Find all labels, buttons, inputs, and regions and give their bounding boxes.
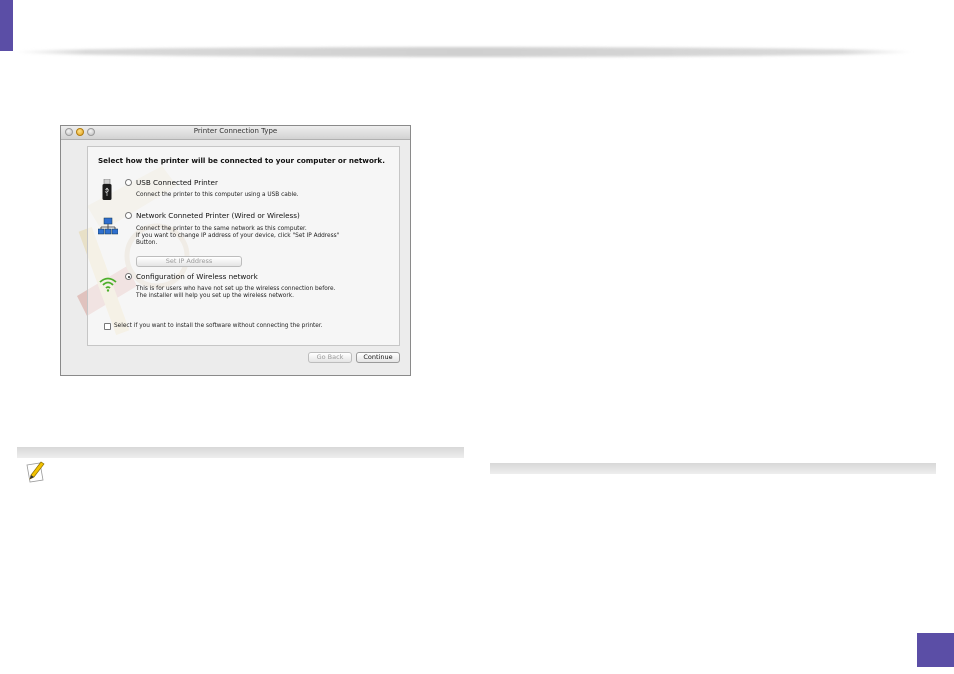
continue-button[interactable]: Continue [356,352,400,363]
printer-connection-dialog: Printer Connection Type Select how the p… [60,125,411,376]
note-header-bar [17,447,464,458]
usb-option-radio[interactable] [125,179,132,186]
window-title: Printer Connection Type [193,127,278,135]
wifi-icon [99,277,117,292]
network-option-label: Network Conneted Printer (Wired or Wirel… [136,211,300,220]
usb-option-label: USB Connected Printer [136,178,218,187]
network-option-radio[interactable] [125,212,132,219]
usb-option-description: Connect the printer to this computer usi… [136,192,299,198]
go-back-button[interactable]: Go Back [308,352,352,363]
title-bar: Printer Connection Type [61,126,410,140]
section-header-bar [490,463,936,474]
network-option-description: Connect the printer to the same network … [136,226,340,246]
wireless-option-radio[interactable] [125,273,132,280]
wireless-option-description: This is for users who have not set up th… [136,286,336,299]
network-icon [98,217,118,235]
wireless-option-label: Configuration of Wireless network [136,272,258,281]
set-ip-address-button[interactable]: Set IP Address [136,256,242,267]
install-without-connecting-label: Select if you want to install the softwa… [114,323,323,329]
install-without-connecting-checkbox[interactable] [104,323,111,330]
page-number-badge [917,633,954,667]
note-pencil-icon [26,461,45,483]
dialog-heading: Select how the printer will be connected… [98,156,385,165]
chapter-tab [0,0,13,51]
usb-icon [102,179,112,200]
header-divider [14,47,914,57]
